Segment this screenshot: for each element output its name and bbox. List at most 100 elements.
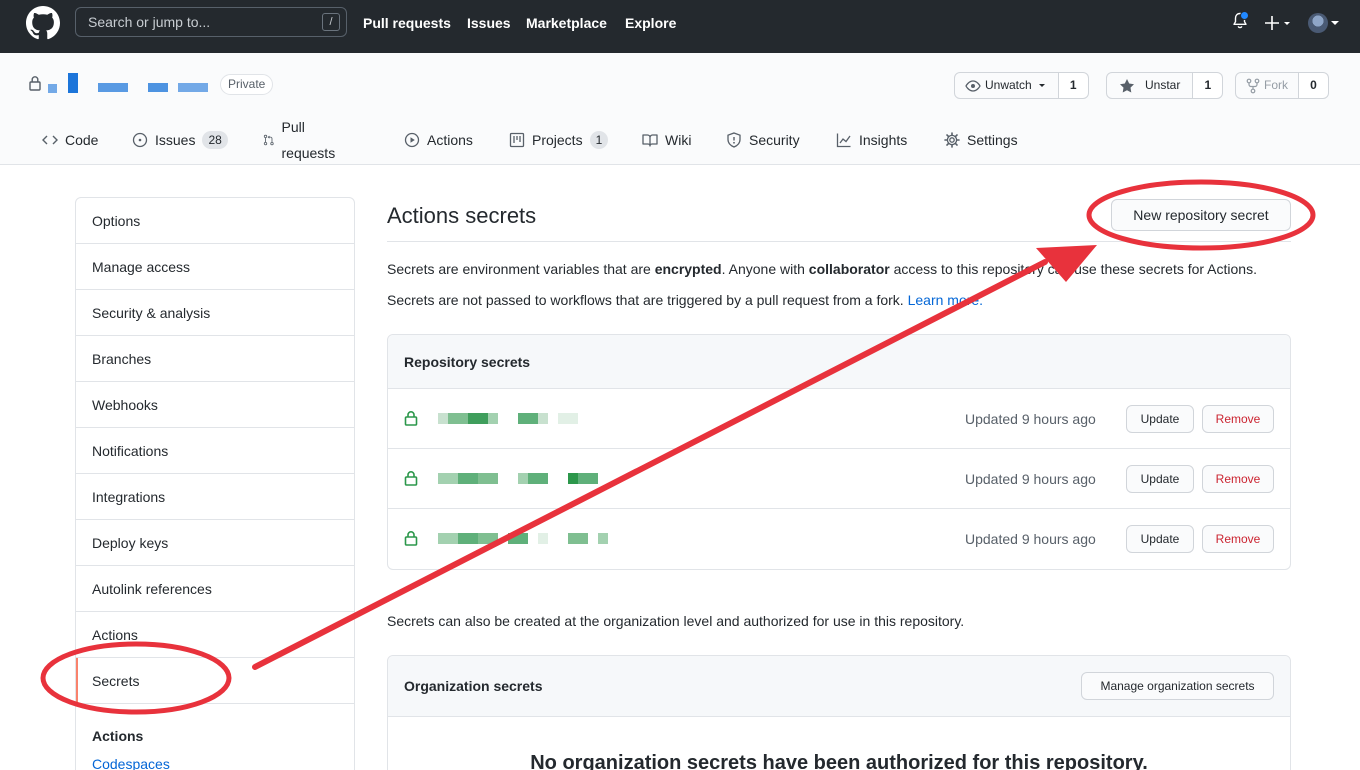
- search-placeholder: Search or jump to...: [88, 14, 211, 30]
- secret-updated-time: Updated 9 hours ago: [965, 531, 1096, 547]
- search-input[interactable]: Search or jump to... /: [75, 7, 347, 37]
- description-bold-encrypted: encrypted: [654, 261, 722, 277]
- lock-icon: [404, 411, 418, 426]
- update-secret-button[interactable]: Update: [1126, 525, 1194, 553]
- issue-opened-icon: [132, 132, 148, 148]
- tab-wiki[interactable]: Wiki: [642, 127, 691, 153]
- star-fill-icon: [1120, 78, 1134, 92]
- organization-secrets-heading: Organization secrets Manage organization…: [388, 656, 1290, 717]
- fork-note: Secrets are not passed to workflows that…: [387, 292, 983, 308]
- sidebar-item-integrations[interactable]: Integrations: [76, 474, 354, 520]
- tab-security[interactable]: Security: [726, 127, 800, 153]
- graph-icon: [836, 133, 851, 148]
- sidebar-item-autolink-references[interactable]: Autolink references: [76, 566, 354, 612]
- settings-sidebar: Options Manage access Security & analysi…: [75, 197, 355, 770]
- fork-note-text: Secrets are not passed to workflows that…: [387, 292, 904, 308]
- tab-label: Settings: [967, 132, 1018, 148]
- sidebar-item-security-analysis[interactable]: Security & analysis: [76, 290, 354, 336]
- tab-code[interactable]: Code: [42, 127, 98, 153]
- sidebar-item-manage-access[interactable]: Manage access: [76, 244, 354, 290]
- tab-label: Issues: [155, 132, 196, 148]
- sidebar-item-notifications[interactable]: Notifications: [76, 428, 354, 474]
- learn-more-link[interactable]: Learn more.: [908, 292, 983, 308]
- description-text: access to this repository can use these …: [893, 261, 1257, 277]
- page-title: Actions secrets: [387, 203, 537, 228]
- sidebar-item-webhooks[interactable]: Webhooks: [76, 382, 354, 428]
- tab-label: Security: [749, 132, 800, 148]
- github-logo-icon[interactable]: [26, 6, 60, 40]
- notification-indicator: [1240, 11, 1249, 20]
- organization-secrets-box: Organization secrets Manage organization…: [387, 655, 1291, 770]
- fork-button[interactable]: Fork: [1235, 72, 1299, 99]
- watch-count[interactable]: 1: [1058, 72, 1089, 99]
- sidebar-item-deploy-keys[interactable]: Deploy keys: [76, 520, 354, 566]
- tab-label: Wiki: [665, 132, 692, 148]
- tab-actions[interactable]: Actions: [404, 127, 473, 153]
- tab-settings[interactable]: Settings: [944, 127, 1018, 153]
- sidebar-item-secrets[interactable]: Secrets: [76, 658, 354, 704]
- global-header: Search or jump to... / Pull requests Iss…: [0, 0, 1360, 53]
- search-shortcut-key: /: [322, 13, 340, 31]
- update-secret-button[interactable]: Update: [1126, 465, 1194, 493]
- project-icon: [509, 132, 525, 148]
- nav-explore[interactable]: Explore: [625, 0, 676, 46]
- fork-label: Fork: [1264, 78, 1288, 92]
- description-text: . Anyone with: [721, 261, 805, 277]
- fork-button-group: Fork 0: [1235, 72, 1329, 99]
- visibility-badge: Private: [220, 74, 274, 95]
- description-text: Secrets are environment variables that a…: [387, 261, 651, 277]
- secret-row: Updated 9 hours ago Update Remove: [388, 509, 1290, 569]
- user-avatar[interactable]: [1308, 13, 1328, 33]
- sidebar-section-heading: Actions: [92, 728, 144, 744]
- star-count[interactable]: 1: [1193, 72, 1224, 99]
- unwatch-button[interactable]: Unwatch: [954, 72, 1059, 99]
- divider: [387, 241, 1291, 242]
- sidebar-item-options[interactable]: Options: [76, 198, 354, 244]
- chevron-down-icon[interactable]: [1331, 20, 1339, 26]
- sidebar-item-actions[interactable]: Actions: [76, 612, 354, 658]
- tab-insights[interactable]: Insights: [836, 127, 907, 153]
- lock-icon: [404, 531, 418, 546]
- issues-counter: 28: [202, 131, 228, 149]
- unstar-button[interactable]: Unstar: [1106, 72, 1194, 99]
- secret-row: Updated 9 hours ago Update Remove: [388, 449, 1290, 509]
- empty-state-title: No organization secrets have been author…: [530, 752, 1148, 770]
- lock-icon: [29, 76, 41, 91]
- sidebar-link-codespaces[interactable]: Codespaces: [92, 756, 170, 770]
- code-icon: [42, 135, 58, 145]
- fork-count[interactable]: 0: [1299, 72, 1329, 99]
- shield-icon: [727, 132, 741, 148]
- lock-icon: [404, 471, 418, 486]
- tab-label: Insights: [859, 132, 908, 148]
- projects-counter: 1: [589, 131, 609, 149]
- repo-forked-icon: [1246, 78, 1260, 93]
- organization-note: Secrets can also be created at the organ…: [387, 613, 965, 629]
- secrets-description: Secrets are environment variables that a…: [387, 261, 1257, 277]
- plus-dropdown-icon[interactable]: [1265, 15, 1293, 31]
- eye-icon: [965, 79, 981, 92]
- sidebar-item-branches[interactable]: Branches: [76, 336, 354, 382]
- repository-header: Private Unwatch 1 Unstar 1 Fork 0 Code I…: [0, 53, 1360, 165]
- new-repository-secret-button[interactable]: New repository secret: [1111, 199, 1291, 231]
- manage-organization-secrets-button[interactable]: Manage organization secrets: [1081, 672, 1274, 700]
- nav-pull-requests[interactable]: Pull requests: [363, 0, 451, 46]
- remove-secret-button[interactable]: Remove: [1202, 405, 1274, 433]
- nav-issues[interactable]: Issues: [467, 0, 511, 46]
- secret-updated-time: Updated 9 hours ago: [965, 411, 1096, 427]
- tab-projects[interactable]: Projects 1: [509, 127, 609, 153]
- tab-label: Projects: [532, 132, 583, 148]
- secret-row: Updated 9 hours ago Update Remove: [388, 389, 1290, 449]
- gear-icon: [944, 132, 960, 148]
- play-icon: [404, 132, 420, 148]
- organization-secrets-title: Organization secrets: [404, 678, 543, 694]
- chevron-down-icon: [1038, 83, 1045, 87]
- unwatch-label: Unwatch: [985, 78, 1032, 92]
- nav-marketplace[interactable]: Marketplace: [526, 0, 607, 46]
- tab-issues[interactable]: Issues 28: [132, 127, 228, 153]
- update-secret-button[interactable]: Update: [1126, 405, 1194, 433]
- tab-pull-requests[interactable]: Pull requests: [263, 119, 340, 161]
- repository-secrets-box: Repository secrets Updated 9 hours ago U…: [387, 334, 1291, 570]
- remove-secret-button[interactable]: Remove: [1202, 525, 1274, 553]
- remove-secret-button[interactable]: Remove: [1202, 465, 1274, 493]
- repository-secrets-heading: Repository secrets: [388, 335, 1290, 389]
